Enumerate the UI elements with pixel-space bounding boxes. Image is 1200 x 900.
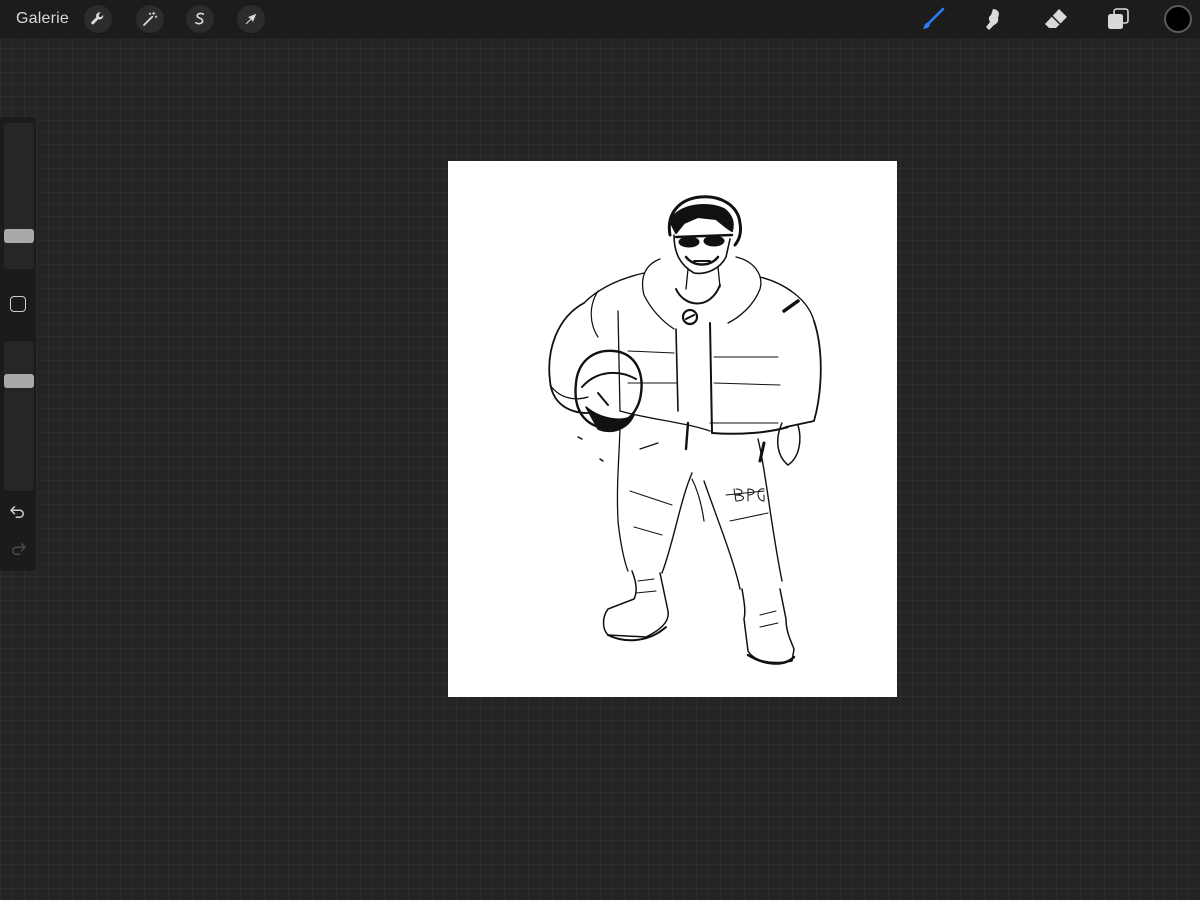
- magic-wand-icon: [143, 11, 158, 26]
- undo-icon: [10, 506, 24, 518]
- left-sidebar: [0, 116, 37, 572]
- eraser-icon: [1045, 9, 1067, 28]
- brush-tool-button[interactable]: [918, 4, 948, 34]
- brush-size-slider-thumb[interactable]: [4, 229, 34, 243]
- adjustments-button[interactable]: [136, 5, 164, 33]
- undo-button[interactable]: [8, 504, 28, 520]
- layers-icon: [1108, 8, 1129, 29]
- layers-button[interactable]: [1103, 4, 1133, 34]
- color-picker-button[interactable]: [1164, 5, 1192, 33]
- character-sketch: [548, 195, 822, 665]
- actions-button[interactable]: [84, 5, 112, 33]
- smudge-icon: [986, 9, 999, 30]
- arrow-cursor-icon: [245, 13, 257, 25]
- opacity-slider-thumb[interactable]: [4, 374, 34, 388]
- opacity-slider[interactable]: [4, 341, 34, 491]
- brush-size-slider[interactable]: [4, 123, 34, 269]
- smudge-tool-button[interactable]: [979, 4, 1009, 34]
- brush-icon: [923, 7, 945, 29]
- modifier-button[interactable]: [10, 296, 26, 312]
- redo-icon: [12, 543, 26, 555]
- transform-button[interactable]: [237, 5, 265, 33]
- wrench-icon: [91, 12, 104, 25]
- eraser-tool-button[interactable]: [1041, 4, 1071, 34]
- selection-button[interactable]: [186, 5, 214, 33]
- drawing-canvas[interactable]: [448, 161, 897, 697]
- selection-s-icon: [195, 12, 205, 25]
- redo-button: [8, 541, 28, 557]
- top-toolbar: Galerie: [0, 0, 1200, 38]
- gallery-button[interactable]: Galerie: [16, 10, 69, 28]
